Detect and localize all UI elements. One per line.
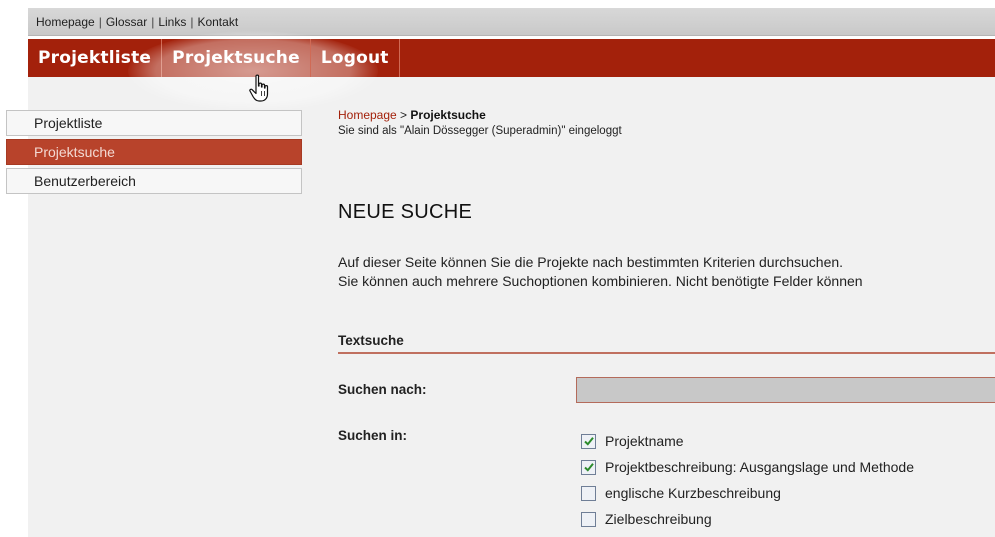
utility-separator: | [151,14,155,29]
login-status: Sie sind als "Alain Dössegger (Superadmi… [338,125,622,137]
option-label: Zielbeschreibung [605,511,712,527]
checkbox-zielbeschreibung[interactable] [581,511,596,527]
main-tab-logout[interactable]: Logout [311,39,400,77]
sidebar-item-projektliste[interactable]: Projektliste [6,110,302,136]
main-tab-projektliste[interactable]: Projektliste [28,39,163,77]
search-input[interactable] [576,377,995,403]
page: Homepage | Glossar | Links | Kontakt Pro… [0,0,995,537]
breadcrumb-current: Projektsuche [410,108,486,122]
checkmark-icon [584,462,594,472]
sidebar-item-benutzerbereich[interactable]: Benutzerbereich [6,168,302,194]
checkbox-projektbeschreibung[interactable] [581,459,596,475]
checkbox-projektname[interactable] [581,433,596,449]
checkbox-englische-kurzbeschreibung[interactable] [581,485,596,501]
option-label: Projektname [605,433,684,449]
utility-separator: | [98,14,102,29]
search-for-label: Suchen nach: [338,382,427,397]
option-label: englische Kurzbeschreibung [605,485,781,501]
main-nav: Projektliste Projektsuche Logout [28,39,995,77]
utility-link-homepage[interactable]: Homepage [36,15,95,29]
utility-link-links[interactable]: Links [158,15,186,29]
breadcrumb: Homepage > Projektsuche [338,108,995,122]
sidebar: Projektliste Projektsuche Benutzerbereic… [6,110,302,197]
hand-pointer-icon [248,74,274,104]
utility-link-glossar[interactable]: Glossar [106,15,147,29]
intro-text: Auf dieser Seite können Sie die Projekte… [338,253,995,291]
option-projektbeschreibung: Projektbeschreibung: Ausgangslage und Me… [581,454,914,480]
checkmark-icon [584,436,594,446]
page-title: NEUE SUCHE [338,201,473,223]
breadcrumb-home-link[interactable]: Homepage [338,108,397,122]
option-projektname: Projektname [581,428,914,454]
utility-link-kontakt[interactable]: Kontakt [197,15,238,29]
search-in-options: Projektname Projektbeschreibung: Ausgang… [581,428,914,532]
option-englische-kurzbeschreibung: englische Kurzbeschreibung [581,480,914,506]
sidebar-item-projektsuche[interactable]: Projektsuche [6,139,302,165]
breadcrumb-separator: > [396,108,411,122]
option-label: Projektbeschreibung: Ausgangslage und Me… [605,459,914,475]
intro-line-1: Auf dieser Seite können Sie die Projekte… [338,254,844,270]
section-title-textsuche: Textsuche [338,333,995,354]
search-in-label: Suchen in: [338,428,408,443]
utility-nav: Homepage | Glossar | Links | Kontakt [28,8,995,36]
utility-separator: | [190,14,194,29]
intro-line-2: Sie können auch mehrere Suchoptionen kom… [338,273,863,289]
main-tab-projektsuche[interactable]: Projektsuche [162,39,311,77]
main-header: Homepage > Projektsuche Sie sind als "Al… [338,108,995,137]
option-zielbeschreibung: Zielbeschreibung [581,506,914,532]
